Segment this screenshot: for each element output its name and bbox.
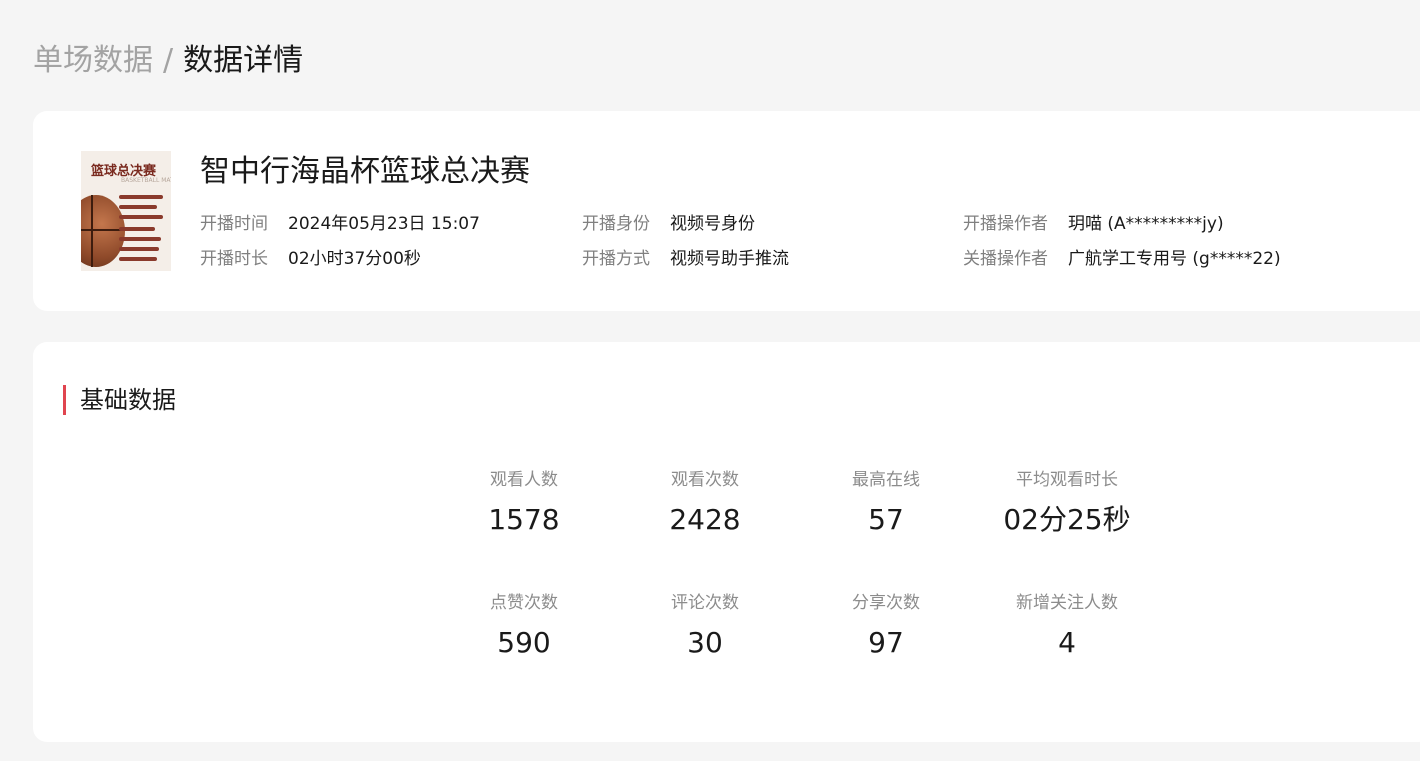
cover-subtitle: BASKETBALL MATCH — [121, 177, 171, 184]
duration-value: 02小时37分00秒 — [288, 249, 421, 269]
cover-decoration — [119, 257, 157, 261]
stat-shares: 分享次数 97 — [796, 591, 976, 663]
stat-value: 57 — [868, 503, 904, 536]
stat-value: 1578 — [488, 503, 560, 536]
start-operator-field: 开播操作者 玥喵 (A*********jy) — [963, 212, 1224, 236]
stat-label: 观看次数 — [671, 470, 739, 490]
stat-label: 评论次数 — [671, 593, 739, 613]
stat-value: 4 — [1058, 626, 1076, 659]
cover-decoration — [119, 195, 163, 199]
stat-value: 30 — [687, 626, 723, 659]
stat-label: 点赞次数 — [490, 593, 558, 613]
stat-value: 590 — [497, 626, 551, 659]
method-value: 视频号助手推流 — [670, 249, 789, 269]
duration-label: 开播时长 — [200, 249, 268, 269]
breadcrumb: 单场数据 / 数据详情 — [33, 40, 303, 82]
section-title: 基础数据 — [63, 385, 176, 415]
stat-likes: 点赞次数 590 — [434, 591, 614, 663]
start-operator-value: 玥喵 (A*********jy) — [1068, 214, 1224, 234]
match-info-card: 篮球总决赛 BASKETBALL MATCH 智中行海晶杯篮球总决赛 开播时间 2… — [33, 111, 1420, 311]
stat-comments: 评论次数 30 — [615, 591, 795, 663]
duration-field: 开播时长 02小时37分00秒 — [200, 247, 421, 271]
breadcrumb-separator: / — [163, 43, 174, 78]
method-label: 开播方式 — [582, 249, 650, 269]
stat-label: 观看人数 — [490, 470, 558, 490]
stat-label: 平均观看时长 — [1016, 470, 1118, 490]
match-cover-image: 篮球总决赛 BASKETBALL MATCH — [81, 151, 171, 271]
start-time-value: 2024年05月23日 15:07 — [288, 214, 480, 234]
cover-decoration — [119, 227, 155, 231]
stat-peak-online: 最高在线 57 — [796, 468, 976, 540]
start-time-label: 开播时间 — [200, 214, 268, 234]
identity-label: 开播身份 — [582, 214, 650, 234]
start-operator-label: 开播操作者 — [963, 214, 1048, 234]
stat-new-followers: 新增关注人数 4 — [977, 591, 1157, 663]
stop-operator-label: 关播操作者 — [963, 249, 1048, 269]
cover-decoration — [119, 215, 163, 219]
match-title: 智中行海晶杯篮球总决赛 — [200, 154, 530, 189]
stop-operator-field: 关播操作者 广航学工专用号 (g*****22) — [963, 247, 1281, 271]
start-time-field: 开播时间 2024年05月23日 15:07 — [200, 212, 480, 236]
stop-operator-value: 广航学工专用号 (g*****22) — [1068, 249, 1281, 269]
stat-value: 2428 — [669, 503, 741, 536]
stat-viewers: 观看人数 1578 — [434, 468, 614, 540]
stat-value: 97 — [868, 626, 904, 659]
method-field: 开播方式 视频号助手推流 — [582, 247, 789, 271]
stat-views: 观看次数 2428 — [615, 468, 795, 540]
stat-label: 分享次数 — [852, 593, 920, 613]
breadcrumb-current: 数据详情 — [183, 43, 304, 78]
basic-data-card: 基础数据 观看人数 1578 观看次数 2428 最高在线 57 平均观看时长 … — [33, 342, 1420, 742]
cover-decoration — [119, 205, 157, 209]
stat-avg-watch-time: 平均观看时长 02分25秒 — [977, 468, 1157, 540]
stat-label: 最高在线 — [852, 470, 920, 490]
cover-decoration — [119, 247, 159, 251]
stat-label: 新增关注人数 — [1016, 593, 1118, 613]
stat-value: 02分25秒 — [1003, 503, 1131, 536]
identity-value: 视频号身份 — [670, 214, 755, 234]
cover-decoration — [119, 237, 161, 241]
identity-field: 开播身份 视频号身份 — [582, 212, 755, 236]
breadcrumb-parent-link[interactable]: 单场数据 — [33, 43, 153, 78]
